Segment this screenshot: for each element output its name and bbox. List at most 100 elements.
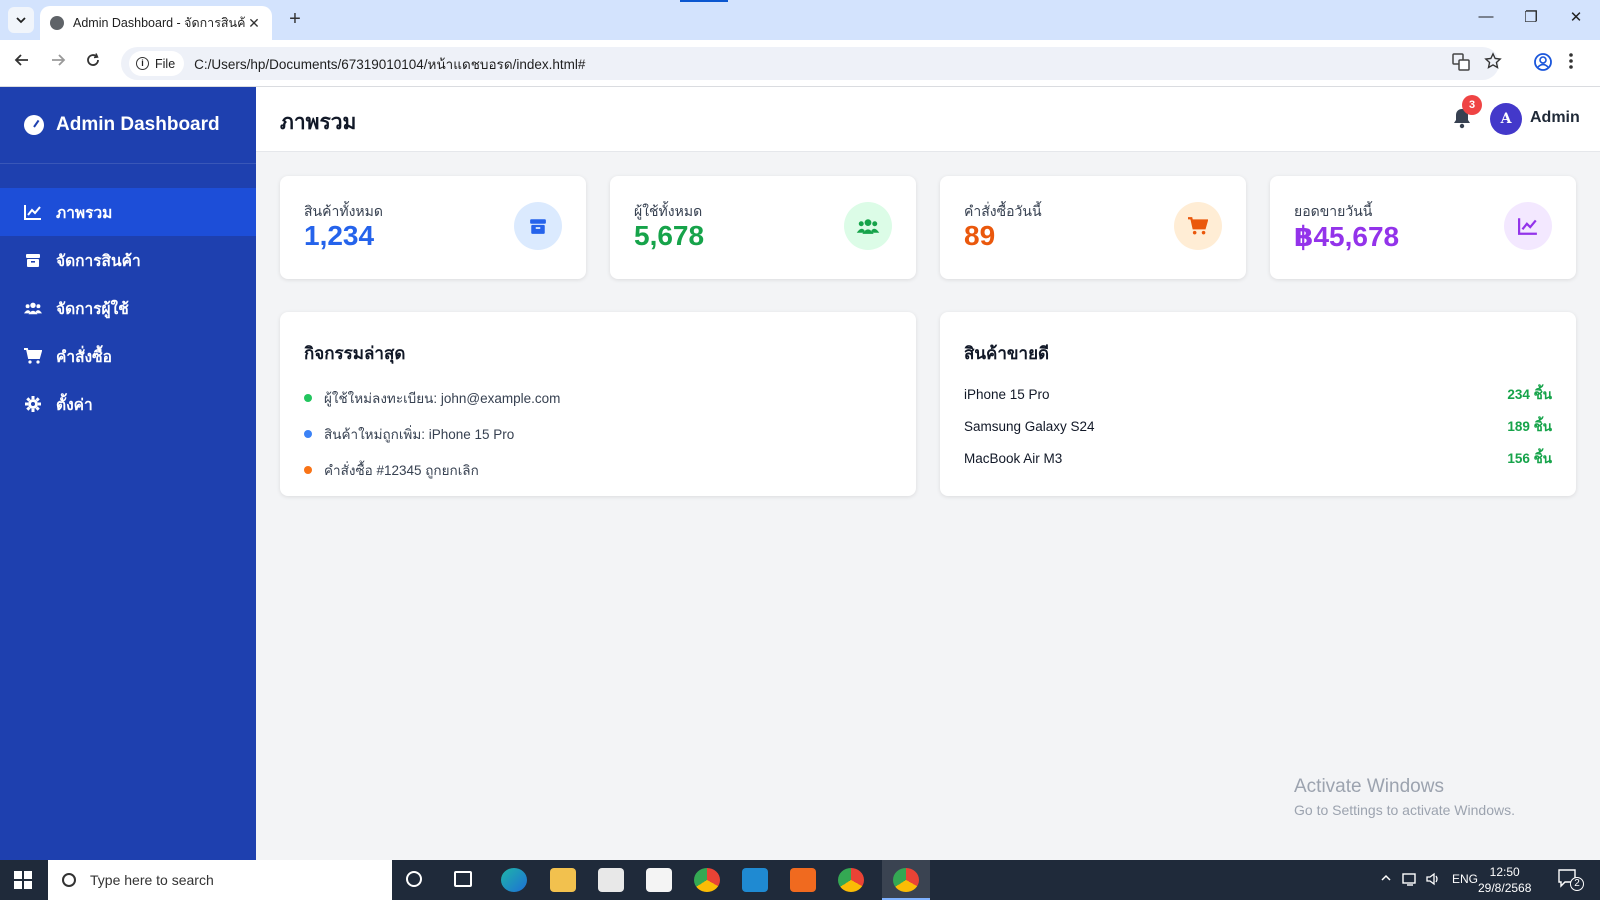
product-qty: 234 ชิ้น (1507, 387, 1552, 402)
sidebar-item-users[interactable]: จัดการผู้ใช้ (0, 284, 256, 332)
action-center-button[interactable]: 2 (1558, 869, 1584, 892)
back-button[interactable] (10, 52, 34, 73)
chrome-profile-icon[interactable] (838, 868, 864, 892)
file-explorer-icon[interactable] (550, 868, 576, 892)
store-icon[interactable] (598, 868, 624, 892)
language-indicator[interactable]: ENG (1452, 872, 1478, 886)
stat-card-products: สินค้าทั้งหมด 1,234 (280, 176, 586, 279)
page-title: ภาพรวม (280, 111, 357, 134)
profile-button[interactable] (1533, 52, 1553, 77)
minimize-button[interactable]: — (1476, 8, 1496, 25)
site-info-chip[interactable]: i File (129, 51, 185, 76)
sidebar-item-label: จัดการสินค้า (56, 252, 141, 270)
arrow-right-icon (52, 54, 66, 66)
taskbar: Type here to search ENG 12:50 29/8/2568 … (0, 860, 1600, 900)
user-name[interactable]: Admin (1530, 109, 1580, 127)
new-tab-button[interactable]: + (283, 8, 307, 31)
sidebar-item-orders[interactable]: คำสั่งซื้อ (0, 332, 256, 380)
file-label: File (155, 56, 176, 71)
brand[interactable]: Admin Dashboard (0, 87, 256, 164)
task-view-icon[interactable] (454, 871, 472, 887)
active-app-highlight[interactable] (882, 860, 930, 900)
status-dot (304, 394, 312, 402)
chevron-up-icon[interactable] (1380, 872, 1392, 887)
brand-title: Admin Dashboard (56, 114, 220, 135)
taskbar-search-input[interactable]: Type here to search (48, 860, 392, 900)
sidebar-item-products[interactable]: จัดการสินค้า (0, 236, 256, 284)
chrome-icon[interactable] (694, 868, 720, 892)
sidebar-item-settings[interactable]: ตั้งค่า (0, 380, 256, 428)
list-item: ผู้ใช้ใหม่ลงทะเบียน: john@example.com (304, 380, 560, 416)
browser-menu-button[interactable] (1568, 52, 1574, 75)
notification-badge: 3 (1462, 95, 1482, 115)
search-icon (62, 873, 76, 887)
list-item: iPhone 15 Pro 234 ชิ้น (964, 378, 1552, 410)
status-dot (304, 430, 312, 438)
section-title: กิจกรรมล่าสุด (304, 344, 406, 363)
top-header: ภาพรวม 3 A Admin (256, 87, 1600, 152)
volume-icon[interactable] (1426, 872, 1442, 889)
profile-icon (1534, 53, 1552, 71)
reload-button[interactable] (81, 52, 105, 73)
stat-card-sales: ยอดขายวันนี้ ฿45,678 (1270, 176, 1576, 279)
product-qty: 156 ชิ้น (1507, 451, 1552, 466)
list-item: สินค้าใหม่ถูกเพิ่ม: iPhone 15 Pro (304, 416, 560, 452)
tab-search-button[interactable] (8, 7, 34, 33)
avatar[interactable]: A (1490, 103, 1522, 135)
more-vertical-icon (1569, 53, 1573, 69)
sidebar-item-label: ภาพรวม (56, 204, 113, 222)
section-title: สินค้าขายดี (964, 344, 1050, 363)
info-icon: i (136, 57, 149, 70)
cortana-icon[interactable] (406, 871, 422, 887)
url-field[interactable]: i File C:/Users/hp/Documents/67319010104… (121, 47, 1499, 80)
mail-icon[interactable] (646, 868, 672, 892)
reload-icon (87, 53, 99, 66)
sidebar: Admin Dashboard ภาพรวม จัดการสินค้า จัดก… (0, 87, 256, 860)
cart-icon (24, 347, 42, 365)
windows-start-button[interactable] (14, 871, 32, 889)
activity-text: คำสั่งซื้อ #12345 ถูกยกเลิก (324, 463, 479, 478)
stat-value: ฿45,678 (1294, 221, 1400, 252)
translate-button[interactable] (1452, 53, 1470, 76)
restore-button[interactable]: ❐ (1521, 8, 1541, 26)
users-icon (24, 299, 42, 317)
network-icon[interactable] (1402, 872, 1418, 889)
vscode-icon[interactable] (742, 868, 768, 892)
chevron-down-icon (16, 17, 26, 24)
chart-line-icon (24, 203, 42, 221)
cart-icon (1174, 202, 1222, 250)
close-window-button[interactable]: ✕ (1566, 8, 1586, 26)
xampp-icon[interactable] (790, 868, 816, 892)
list-item: Samsung Galaxy S24 189 ชิ้น (964, 410, 1552, 442)
sidebar-item-label: คำสั่งซื้อ (56, 348, 112, 366)
bookmark-button[interactable] (1484, 52, 1502, 75)
activity-text: ผู้ใช้ใหม่ลงทะเบียน: john@example.com (324, 391, 561, 406)
sidebar-item-label: จัดการผู้ใช้ (56, 300, 129, 318)
arrow-left-icon (14, 54, 28, 66)
tab-strip-accent (680, 0, 728, 2)
sidebar-item-overview[interactable]: ภาพรวม (0, 188, 256, 236)
taskbar-clock[interactable]: 12:50 29/8/2568 (1478, 864, 1531, 896)
stat-value: 1,234 (304, 220, 375, 251)
sidebar-nav: ภาพรวม จัดการสินค้า จัดการผู้ใช้ คำสั่งซ… (0, 188, 256, 428)
list-item: MacBook Air M3 156 ชิ้น (964, 442, 1552, 474)
product-list: iPhone 15 Pro 234 ชิ้น Samsung Galaxy S2… (964, 378, 1552, 474)
browser-tab-bar: Admin Dashboard - จัดการสินค้า ✕ + — ❐ ✕ (0, 0, 1600, 40)
stat-value: 89 (964, 220, 996, 251)
recent-activity-card: กิจกรรมล่าสุด ผู้ใช้ใหม่ลงทะเบียน: john@… (280, 312, 916, 496)
activity-text: สินค้าใหม่ถูกเพิ่ม: iPhone 15 Pro (324, 427, 515, 442)
gear-icon (24, 395, 42, 413)
tab-close-button[interactable]: ✕ (246, 15, 262, 32)
notification-count: 2 (1570, 877, 1584, 891)
url-text: C:/Users/hp/Documents/67319010104/หน้าแด… (194, 56, 586, 72)
browser-tab[interactable]: Admin Dashboard - จัดการสินค้า ✕ (40, 6, 272, 40)
globe-icon (50, 16, 64, 30)
clock-date: 29/8/2568 (1478, 881, 1532, 895)
stat-card-orders: คำสั่งซื้อวันนี้ 89 (940, 176, 1246, 279)
status-dot (304, 466, 312, 474)
activity-list: ผู้ใช้ใหม่ลงทะเบียน: john@example.com สิ… (304, 380, 560, 488)
best-sellers-card: สินค้าขายดี iPhone 15 Pro 234 ชิ้น Samsu… (940, 312, 1576, 496)
edge-icon[interactable] (501, 868, 527, 892)
product-qty: 189 ชิ้น (1507, 419, 1552, 434)
forward-button[interactable] (46, 52, 70, 73)
